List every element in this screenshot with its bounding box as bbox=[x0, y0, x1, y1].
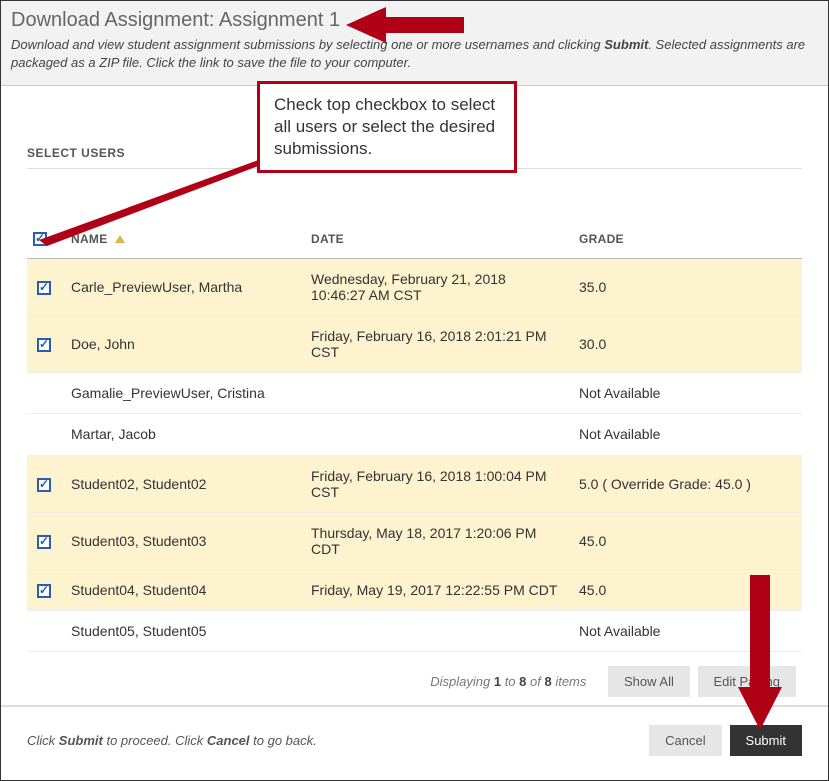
row-name: Student02, Student02 bbox=[61, 455, 301, 512]
table-row: Carle_PreviewUser, MarthaWednesday, Febr… bbox=[27, 258, 802, 315]
row-checkbox-cell bbox=[27, 258, 61, 315]
paging-to-word: to bbox=[501, 674, 519, 689]
cancel-button[interactable]: Cancel bbox=[649, 725, 721, 756]
annotation-arrow-submit bbox=[738, 575, 782, 733]
header-date[interactable]: DATE bbox=[301, 219, 569, 258]
hint-b1: Submit bbox=[59, 733, 103, 748]
paging-info: Displaying 1 to 8 of 8 items bbox=[430, 674, 586, 689]
paging-pre: Displaying bbox=[430, 674, 494, 689]
row-grade: Not Available bbox=[569, 372, 802, 413]
header-date-label: DATE bbox=[311, 232, 344, 246]
hint-b2: Cancel bbox=[207, 733, 250, 748]
row-name: Student04, Student04 bbox=[61, 569, 301, 610]
row-date bbox=[301, 372, 569, 413]
row-checkbox-cell bbox=[27, 610, 61, 651]
header-grade[interactable]: GRADE bbox=[569, 219, 802, 258]
table-row: Doe, JohnFriday, February 16, 2018 2:01:… bbox=[27, 315, 802, 372]
row-grade: 5.0 ( Override Grade: 45.0 ) bbox=[569, 455, 802, 512]
row-date bbox=[301, 610, 569, 651]
annotation-callout: Check top checkbox to select all users o… bbox=[257, 81, 517, 173]
row-date: Friday, February 16, 2018 1:00:04 PM CST bbox=[301, 455, 569, 512]
header-grade-label: GRADE bbox=[579, 232, 624, 246]
paging-of-word: of bbox=[526, 674, 544, 689]
row-grade: 35.0 bbox=[569, 258, 802, 315]
row-grade: 45.0 bbox=[569, 512, 802, 569]
annotation-text: Check top checkbox to select all users o… bbox=[274, 95, 495, 158]
row-checkbox-cell bbox=[27, 372, 61, 413]
annotation-arrow-title bbox=[346, 5, 466, 48]
row-name: Student05, Student05 bbox=[61, 610, 301, 651]
row-date: Thursday, May 18, 2017 1:20:06 PM CDT bbox=[301, 512, 569, 569]
row-checkbox-cell bbox=[27, 455, 61, 512]
footer-hint: Click Submit to proceed. Click Cancel to… bbox=[27, 733, 317, 748]
table-row: Martar, Jacob Not Available bbox=[27, 414, 802, 455]
desc-text-pre: Download and view student assignment sub… bbox=[11, 37, 604, 52]
annotation-leader-line bbox=[39, 158, 269, 248]
row-name: Martar, Jacob bbox=[61, 414, 301, 455]
row-grade: 30.0 bbox=[569, 315, 802, 372]
row-name: Gamalie_PreviewUser, Cristina bbox=[61, 372, 301, 413]
row-name: Carle_PreviewUser, Martha bbox=[61, 258, 301, 315]
show-all-button[interactable]: Show All bbox=[608, 666, 690, 697]
row-checkbox-cell bbox=[27, 569, 61, 610]
users-table: NAME DATE GRADE Carle_PreviewUser, Marth… bbox=[27, 219, 802, 652]
paging-total: 8 bbox=[544, 674, 551, 689]
footer: Click Submit to proceed. Click Cancel to… bbox=[1, 705, 828, 780]
row-name: Doe, John bbox=[61, 315, 301, 372]
row-name: Student03, Student03 bbox=[61, 512, 301, 569]
row-checkbox[interactable] bbox=[37, 281, 51, 295]
table-row: Student03, Student03Thursday, May 18, 20… bbox=[27, 512, 802, 569]
hint-post: to go back. bbox=[250, 733, 317, 748]
paging-from: 1 bbox=[494, 674, 501, 689]
row-checkbox[interactable] bbox=[37, 338, 51, 352]
row-grade: Not Available bbox=[569, 414, 802, 455]
row-date: Friday, February 16, 2018 2:01:21 PM CST bbox=[301, 315, 569, 372]
table-row: Gamalie_PreviewUser, Cristina Not Availab… bbox=[27, 372, 802, 413]
table-row: Student04, Student04Friday, May 19, 2017… bbox=[27, 569, 802, 610]
row-date: Wednesday, February 21, 2018 10:46:27 AM… bbox=[301, 258, 569, 315]
row-checkbox[interactable] bbox=[37, 584, 51, 598]
paging-row: Displaying 1 to 8 of 8 items Show All Ed… bbox=[27, 652, 802, 697]
hint-mid: to proceed. Click bbox=[103, 733, 207, 748]
hint-pre: Click bbox=[27, 733, 59, 748]
app-window: Download Assignment: Assignment 1 Downlo… bbox=[0, 0, 829, 781]
row-date bbox=[301, 414, 569, 455]
row-checkbox-cell bbox=[27, 512, 61, 569]
row-date: Friday, May 19, 2017 12:22:55 PM CDT bbox=[301, 569, 569, 610]
row-checkbox-cell bbox=[27, 315, 61, 372]
desc-bold-submit: Submit bbox=[604, 37, 648, 52]
row-checkbox[interactable] bbox=[37, 478, 51, 492]
row-checkbox[interactable] bbox=[37, 535, 51, 549]
table-row: Student02, Student02Friday, February 16,… bbox=[27, 455, 802, 512]
content-area: Check top checkbox to select all users o… bbox=[1, 86, 828, 717]
table-row: Student05, Student05Not Available bbox=[27, 610, 802, 651]
row-checkbox-cell bbox=[27, 414, 61, 455]
paging-items: items bbox=[552, 674, 587, 689]
